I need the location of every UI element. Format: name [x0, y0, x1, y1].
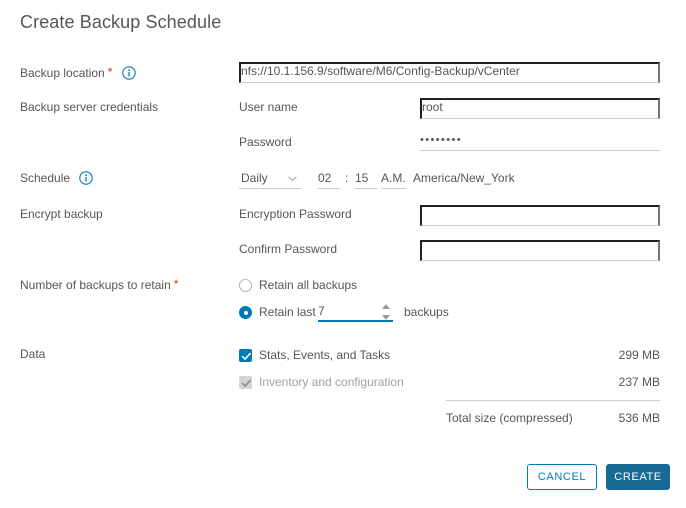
- retain-count-suffix-label: backups: [404, 305, 449, 319]
- data-label-text: Data: [20, 347, 45, 361]
- total-divider: [446, 400, 660, 401]
- data-item-stats-row[interactable]: Stats, Events, and Tasks: [239, 348, 439, 364]
- stats-events-tasks-checkbox[interactable]: [239, 349, 252, 362]
- info-circle-icon[interactable]: [122, 66, 136, 80]
- encryption-password-input[interactable]: [420, 205, 660, 226]
- backup-location-input[interactable]: [239, 62, 660, 83]
- info-circle-icon[interactable]: [79, 171, 93, 185]
- username-label: User name: [239, 100, 298, 114]
- total-size-label: Total size (compressed): [446, 411, 573, 425]
- retain-label-text: Number of backups to retain: [20, 278, 171, 292]
- schedule-timezone-label: America/New_York: [413, 171, 515, 185]
- retain-last-radio-label: Retain last: [259, 305, 316, 319]
- inventory-configuration-label: Inventory and configuration: [259, 375, 404, 389]
- backup-location-required-asterisk: *: [108, 65, 113, 79]
- schedule-recurrence-select[interactable]: Daily: [239, 171, 301, 189]
- page-title: Create Backup Schedule: [20, 12, 221, 33]
- confirm-password-input[interactable]: [420, 240, 660, 261]
- check-icon: [241, 378, 252, 389]
- retain-last-radio[interactable]: [239, 306, 252, 319]
- schedule-meridiem-input[interactable]: A.M.: [381, 171, 406, 189]
- backup-location-label: Backup location*: [20, 65, 136, 80]
- stepper-up-icon[interactable]: [382, 304, 390, 309]
- data-label: Data: [20, 347, 45, 361]
- schedule-minute-input[interactable]: 15: [355, 171, 377, 189]
- retain-all-radio[interactable]: [239, 279, 252, 292]
- schedule-label: Schedule: [20, 171, 93, 185]
- backup-location-label-text: Backup location: [20, 66, 105, 80]
- confirm-password-label: Confirm Password: [239, 242, 337, 256]
- encryption-password-label: Encryption Password: [239, 207, 352, 221]
- schedule-label-text: Schedule: [20, 171, 70, 185]
- password-input[interactable]: ••••••••: [420, 133, 660, 151]
- encrypt-backup-label: Encrypt backup: [20, 207, 103, 221]
- retain-all-radio-label: Retain all backups: [259, 278, 357, 292]
- backup-server-credentials-label: Backup server credentials: [20, 100, 158, 114]
- create-backup-schedule-dialog: Create Backup Schedule Backup location* …: [0, 0, 686, 508]
- encrypt-backup-label-text: Encrypt backup: [20, 207, 103, 221]
- total-size-value: 536 MB: [619, 411, 660, 425]
- retain-label: Number of backups to retain*: [20, 277, 178, 292]
- retain-count-stepper[interactable]: [382, 304, 391, 320]
- inventory-configuration-checkbox: [239, 376, 252, 389]
- retain-all-radio-row[interactable]: Retain all backups: [239, 278, 439, 294]
- stats-events-tasks-size: 299 MB: [619, 348, 660, 362]
- data-item-inventory-row: Inventory and configuration: [239, 375, 439, 391]
- stats-events-tasks-label: Stats, Events, and Tasks: [259, 348, 390, 362]
- schedule-hour-input[interactable]: 02: [318, 171, 340, 189]
- cancel-button[interactable]: CANCEL: [527, 464, 597, 490]
- create-button[interactable]: CREATE: [606, 464, 670, 490]
- retain-last-radio-row[interactable]: Retain last: [239, 305, 329, 321]
- password-label: Password: [239, 135, 292, 149]
- schedule-time-separator: :: [345, 171, 348, 185]
- chevron-down-icon: [288, 176, 297, 182]
- retain-required-asterisk: *: [174, 277, 179, 291]
- username-input[interactable]: [420, 98, 660, 119]
- check-icon: [241, 351, 252, 362]
- backup-server-credentials-label-text: Backup server credentials: [20, 100, 158, 114]
- stepper-down-icon[interactable]: [382, 315, 390, 320]
- inventory-configuration-size: 237 MB: [619, 375, 660, 389]
- schedule-recurrence-value: Daily: [241, 171, 268, 185]
